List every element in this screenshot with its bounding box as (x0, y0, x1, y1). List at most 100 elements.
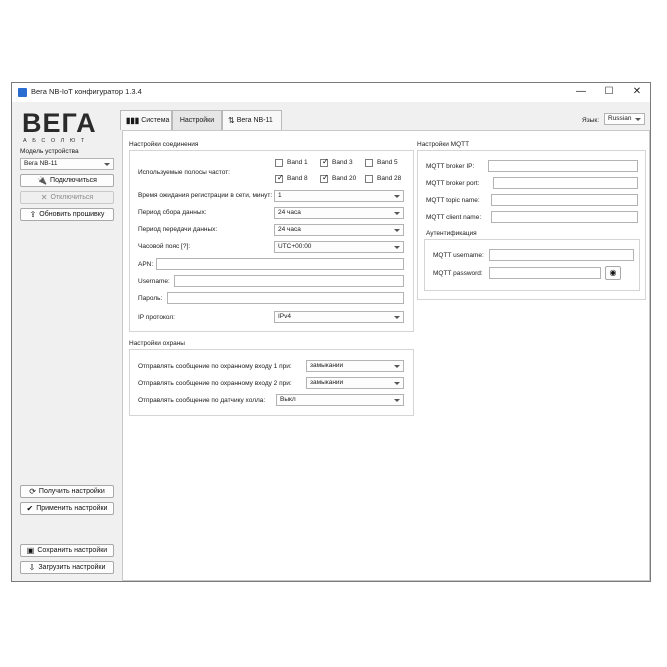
security-input2-label: Отправлять сообщение по охранному входу … (138, 380, 292, 387)
upload-icon: ⇪ (29, 209, 37, 219)
tab-system[interactable]: ▮▮▮ Система (120, 110, 172, 130)
security-input2-select[interactable]: замыкании (306, 377, 404, 389)
mqtt-username-label: MQTT username: (433, 252, 484, 259)
mqtt-broker-ip-label: MQTT broker IP: (426, 163, 475, 170)
username-input[interactable] (174, 275, 404, 287)
load-settings-button[interactable]: ⇩ Загрузить настройки (20, 561, 114, 574)
security-group: Отправлять сообщение по охранному входу … (129, 349, 414, 416)
security-input1-select[interactable]: замыкании (306, 360, 404, 372)
app-icon (18, 88, 27, 97)
get-settings-button[interactable]: ⟳ Получить настройки (20, 485, 114, 498)
title-bar: Вега NB-IoT конфигуратор 1.3.4 — ☐ ✕ (12, 83, 650, 102)
reg-wait-select[interactable]: 1 (274, 190, 404, 202)
minimize-button[interactable]: — (568, 85, 594, 99)
refresh-icon: ⟳ (29, 486, 36, 496)
sliders-icon: ⇅ (228, 115, 235, 125)
update-firmware-label: Обновить прошивку (39, 211, 105, 218)
chevron-down-icon (394, 316, 400, 319)
mqtt-topic-input[interactable] (491, 194, 638, 206)
x-icon: ✕ (40, 192, 48, 202)
security-input1-label: Отправлять сообщение по охранному входу … (138, 363, 292, 370)
get-settings-label: Получить настройки (38, 488, 105, 495)
band-8-label: Band 8 (287, 175, 308, 182)
band-5-checkbox[interactable] (365, 159, 373, 167)
collect-period-select[interactable]: 24 часа (274, 207, 404, 219)
bar-chart-icon: ▮▮▮ (126, 115, 140, 125)
settings-panel: Настройки соединения Используемые полосы… (122, 130, 650, 581)
mqtt-broker-ip-input[interactable] (488, 160, 638, 172)
mqtt-broker-port-label: MQTT broker port: (426, 180, 480, 187)
app-window: Вега NB-IoT конфигуратор 1.3.4 — ☐ ✕ ВЕГ… (11, 82, 651, 582)
timezone-select[interactable]: UTC+00:00 (274, 241, 404, 253)
mqtt-group: MQTT broker IP: MQTT broker port: MQTT t… (417, 150, 646, 300)
security-input2-value: замыкании (310, 379, 344, 386)
connection-group: Используемые полосы частот: Band 1 ✓ Ban… (129, 150, 414, 332)
connect-label: Подключиться (50, 177, 97, 184)
plug-icon: 🔌 (37, 175, 48, 185)
hall-sensor-label: Отправлять сообщение по датчику холла: (138, 397, 266, 404)
close-button[interactable]: ✕ (624, 85, 650, 99)
auth-group-title: Аутентификация (426, 230, 477, 237)
mqtt-broker-port-input[interactable] (493, 177, 638, 189)
apply-settings-button[interactable]: ✔ Применить настройки (20, 502, 114, 515)
check-icon: ✔ (26, 503, 34, 513)
connect-button[interactable]: 🔌 Подключиться (20, 174, 114, 187)
chevron-down-icon (394, 382, 400, 385)
tab-device[interactable]: ⇅ Вега NB-11 (222, 110, 282, 130)
mqtt-password-label: MQTT password: (433, 270, 483, 277)
send-period-label: Период передачи данных: (138, 226, 218, 233)
check-icon: ✓ (322, 157, 329, 166)
save-settings-label: Сохранить настройки (37, 547, 108, 554)
floppy-icon: ▣ (26, 545, 35, 555)
band-3-checkbox[interactable]: ✓ (320, 157, 329, 167)
auth-group: MQTT username: MQTT password: ◉ (424, 239, 640, 291)
chevron-down-icon (394, 229, 400, 232)
password-input[interactable] (167, 292, 404, 304)
tab-settings[interactable]: Настройки (172, 110, 222, 130)
band-20-checkbox[interactable]: ✓ (320, 173, 329, 183)
username-label: Username: (138, 278, 170, 285)
brand-tagline: А Б С О Л Ю Т (23, 138, 87, 144)
timezone-label: Часовой пояс [?]: (138, 243, 191, 250)
chevron-down-icon (394, 399, 400, 402)
toggle-password-button[interactable]: ◉ (605, 266, 621, 280)
apn-input[interactable] (156, 258, 404, 270)
send-period-select[interactable]: 24 часа (274, 224, 404, 236)
timezone-value: UTC+00:00 (278, 243, 312, 250)
mqtt-username-input[interactable] (489, 249, 634, 261)
model-select[interactable]: Вега NB-11 (20, 158, 114, 170)
download-icon: ⇩ (28, 562, 36, 572)
band-28-checkbox[interactable] (365, 175, 373, 183)
ip-protocol-select[interactable]: IPv4 (274, 311, 404, 323)
collect-period-label: Период сбора данных: (138, 209, 207, 216)
mqtt-password-input[interactable] (489, 267, 601, 279)
band-5-label: Band 5 (377, 159, 398, 166)
chevron-down-icon (104, 163, 110, 166)
collect-period-value: 24 часа (278, 209, 301, 216)
bands-label: Используемые полосы частот: (138, 169, 230, 176)
maximize-button[interactable]: ☐ (596, 85, 622, 99)
mqtt-group-title: Настройки MQTT (417, 141, 470, 148)
mqtt-client-input[interactable] (491, 211, 638, 223)
band-1-checkbox[interactable] (275, 159, 283, 167)
disconnect-button[interactable]: ✕ Отключиться (20, 191, 114, 204)
disconnect-label: Отключиться (50, 194, 94, 201)
language-label: Язык: (582, 117, 599, 124)
reg-wait-value: 1 (278, 192, 282, 199)
eye-icon: ◉ (609, 268, 617, 277)
band-20-label: Band 20 (332, 175, 357, 182)
save-settings-button[interactable]: ▣ Сохранить настройки (20, 544, 114, 557)
chevron-down-icon (394, 246, 400, 249)
band-3-label: Band 3 (332, 159, 353, 166)
tab-system-label: Система (141, 117, 170, 124)
load-settings-label: Загрузить настройки (38, 564, 106, 571)
ip-protocol-label: IP протокол: (138, 314, 175, 321)
band-8-checkbox[interactable]: ✓ (275, 173, 284, 183)
hall-sensor-select[interactable]: Выкл (276, 394, 404, 406)
tab-device-label: Вега NB-11 (236, 117, 273, 124)
language-select[interactable]: Russian (604, 113, 645, 125)
security-input1-value: замыкании (310, 362, 344, 369)
password-label: Пароль: (138, 295, 163, 302)
update-firmware-button[interactable]: ⇪ Обновить прошивку (20, 208, 114, 221)
chevron-down-icon (394, 365, 400, 368)
